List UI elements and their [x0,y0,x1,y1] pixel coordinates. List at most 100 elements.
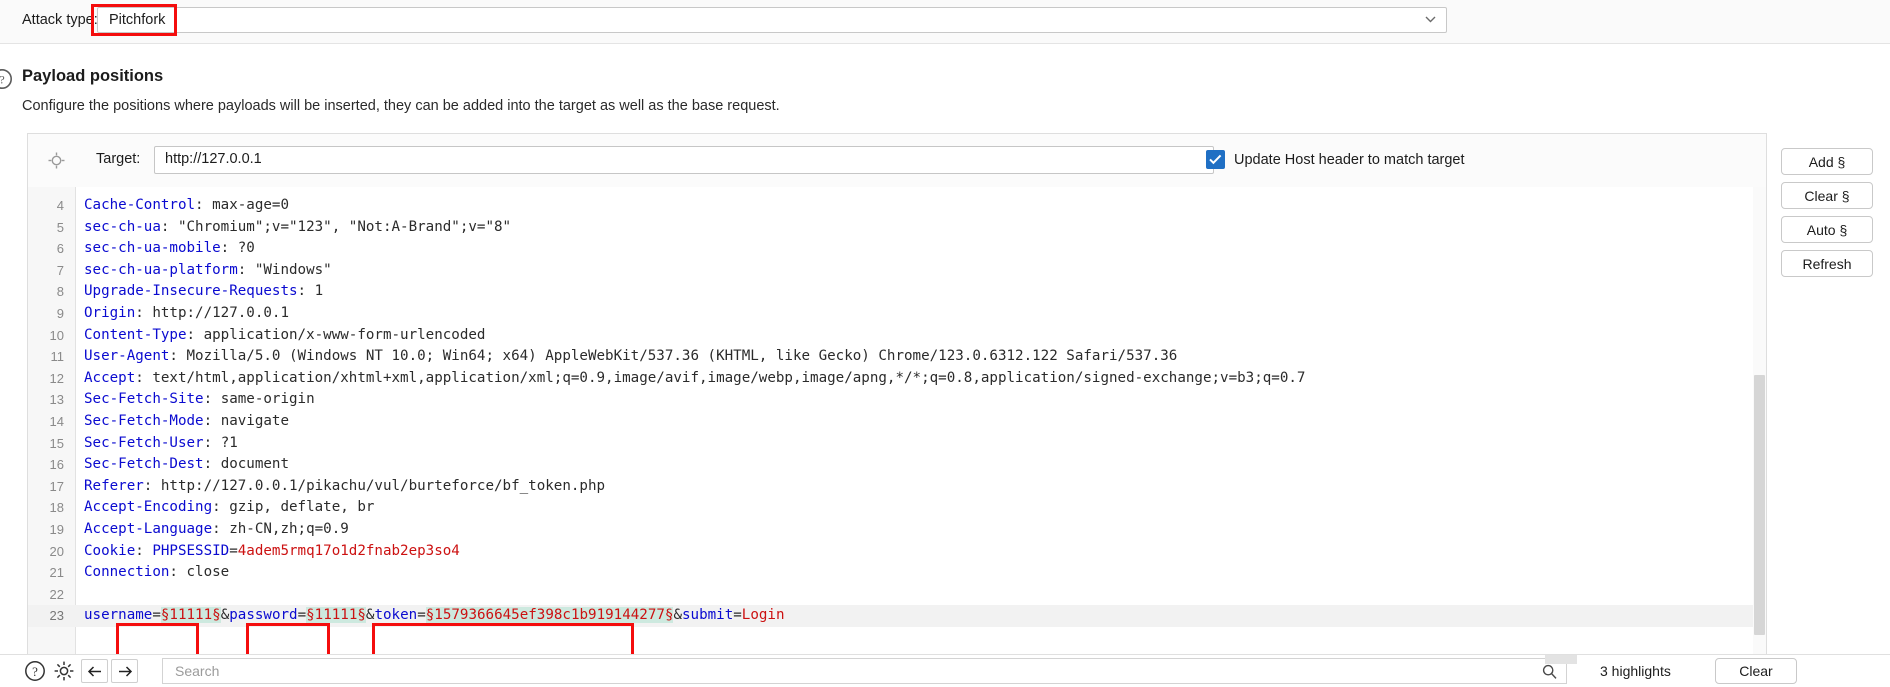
request-line[interactable]: 22 [28,584,1766,606]
line-number: 18 [49,500,64,516]
clear-search-button[interactable]: Clear [1715,658,1797,684]
request-line[interactable]: 4 Cache-Control: max-age=0 [28,195,1766,217]
payload-position-marker[interactable]: §1579366645ef398c1b919144277§ [425,607,674,624]
request-line[interactable]: 23 username=§11111§&password=§11111§&toke… [28,605,1766,627]
arrow-right-icon[interactable] [111,659,138,683]
editor-bottom-toolbar: ? Search 3 highlights Clear [0,654,1890,687]
line-number: 13 [49,392,64,408]
target-input[interactable]: http://127.0.0.1 [154,146,1214,174]
attack-type-value: Pitchfork [109,12,166,28]
header-name: Accept-Encoding [84,499,213,516]
header-value: : [237,261,255,278]
line-number: 15 [49,435,64,451]
vertical-scrollbar-thumb[interactable] [1754,375,1765,635]
line-text: sec-ch-ua-mobile: ?0 [84,238,255,260]
search-input[interactable]: Search [162,658,1567,684]
header-value: navigate [220,412,290,429]
horizontal-scrollbar-thumb[interactable] [1545,655,1577,664]
header-name: User-Agent [84,348,170,365]
line-number: 12 [49,370,64,386]
refresh-button[interactable]: Refresh [1781,250,1873,277]
line-text: Origin: http://127.0.0.1 [84,303,289,325]
request-line[interactable]: 16 Sec-Fetch-Dest: document [28,454,1766,476]
header-value: : [195,197,213,213]
line-number: 8 [56,284,64,300]
request-editor-panel: Target: http://127.0.0.1 Update Host hea… [27,133,1767,659]
line-number: 5 [56,219,64,235]
attack-type-row: Attack type: Pitchfork [0,0,1890,44]
header-value: document [220,456,290,473]
header-value: = [229,542,238,559]
header-value: text/html,application/xhtml+xml,applicat… [152,369,1306,386]
line-text: Sec-Fetch-User: ?1 [84,433,238,455]
request-line[interactable]: 17 Referer: http://127.0.0.1/pikachu/vul/… [28,476,1766,498]
clear-section-button[interactable]: Clear § [1781,182,1873,209]
header-value: & [673,607,682,624]
request-line[interactable]: 13 Sec-Fetch-Site: same-origin [28,389,1766,411]
header-value: Login [741,607,785,624]
line-text: Cache-Control: max-age=0 [84,195,289,217]
payload-position-marker[interactable]: §11111§ [306,607,366,624]
line-text: User-Agent: Mozilla/5.0 (Windows NT 10.0… [84,346,1177,368]
header-name: sec-ch-ua-platform [84,261,238,278]
request-line[interactable]: 7 sec-ch-ua-platform: "Windows" [28,260,1766,282]
request-line[interactable]: 15 Sec-Fetch-User: ?1 [28,433,1766,455]
header-name: Content-Type [84,326,187,343]
line-text: Cookie: PHPSESSID=4adem5rmq17o1d2fnab2ep… [84,541,460,563]
request-line[interactable]: 9 Origin: http://127.0.0.1 [28,303,1766,325]
header-value: Mozilla/5.0 (Windows NT 10.0; Win64; x64… [186,348,1178,365]
header-value: zh-CN,zh;q=0.9 [229,520,349,537]
header-value: : [203,434,221,451]
header-name: token [374,607,418,624]
request-line[interactable]: 20 Cookie: PHPSESSID=4adem5rmq17o1d2fnab2… [28,541,1766,563]
crosshair-icon [48,152,65,169]
magnifier-icon[interactable] [1542,664,1557,679]
request-line[interactable]: 11 User-Agent: Mozilla/5.0 (Windows NT 10… [28,346,1766,368]
help-circle-icon[interactable]: ? [24,660,46,682]
line-text: Accept-Encoding: gzip, deflate, br [84,497,374,519]
section-description: Configure the positions where payloads w… [22,98,780,114]
highlight-count: 3 highlights [1600,663,1671,679]
header-name: Origin [84,304,136,321]
line-number: 20 [49,543,64,559]
header-value: http://127.0.0.1/pikachu/vul/burteforce/… [160,477,606,494]
request-code-area[interactable]: 4 Cache-Control: max-age=0 5 sec-ch-ua: "Ch… [28,187,1766,659]
line-text: Upgrade-Insecure-Requests: 1 [84,281,323,303]
line-number: 7 [56,262,64,278]
auto-section-button[interactable]: Auto § [1781,216,1873,243]
line-text: username=§11111§&password=§11111§&token=… [84,605,785,627]
request-line[interactable]: 6 sec-ch-ua-mobile: ?0 [28,238,1766,260]
header-name: Sec-Fetch-Mode [84,412,204,429]
header-value: : [143,477,161,494]
line-text: Connection: close [84,562,229,584]
line-number: 21 [49,565,64,581]
payload-position-marker[interactable]: §11111§ [160,607,221,624]
request-line[interactable]: 5 sec-ch-ua: "Chromium";v="123", "Not:A-B… [28,217,1766,239]
header-name: Sec-Fetch-Site [84,391,204,408]
vertical-scrollbar[interactable] [1753,187,1766,659]
header-value: : [203,391,221,408]
target-label: Target: [96,151,141,167]
request-line[interactable]: 10 Content-Type: application/x-www-form-u… [28,325,1766,347]
header-name: submit [682,607,734,624]
request-line[interactable]: 21 Connection: close [28,562,1766,584]
update-host-header-checkbox[interactable]: Update Host header to match target [1206,150,1465,169]
header-value: = [297,607,307,624]
request-line[interactable]: 12 Accept: text/html,application/xhtml+xm… [28,368,1766,390]
header-value: : [203,456,221,473]
header-name: username [84,607,153,624]
header-value: = [417,607,426,624]
line-number: 4 [56,198,64,213]
add-section-button[interactable]: Add § [1781,148,1873,175]
request-line[interactable]: 8 Upgrade-Insecure-Requests: 1 [28,281,1766,303]
header-value: http://127.0.0.1 [152,304,290,321]
request-line[interactable]: 18 Accept-Encoding: gzip, deflate, br [28,497,1766,519]
line-text: Sec-Fetch-Mode: navigate [84,411,289,433]
header-name: Accept [84,369,136,386]
request-line[interactable]: 14 Sec-Fetch-Mode: navigate [28,411,1766,433]
gear-icon[interactable] [53,660,75,682]
header-value: : [169,564,187,581]
arrow-left-icon[interactable] [81,659,108,683]
request-line[interactable]: 19 Accept-Language: zh-CN,zh;q=0.9 [28,519,1766,541]
attack-type-select[interactable]: Pitchfork [97,7,1447,33]
